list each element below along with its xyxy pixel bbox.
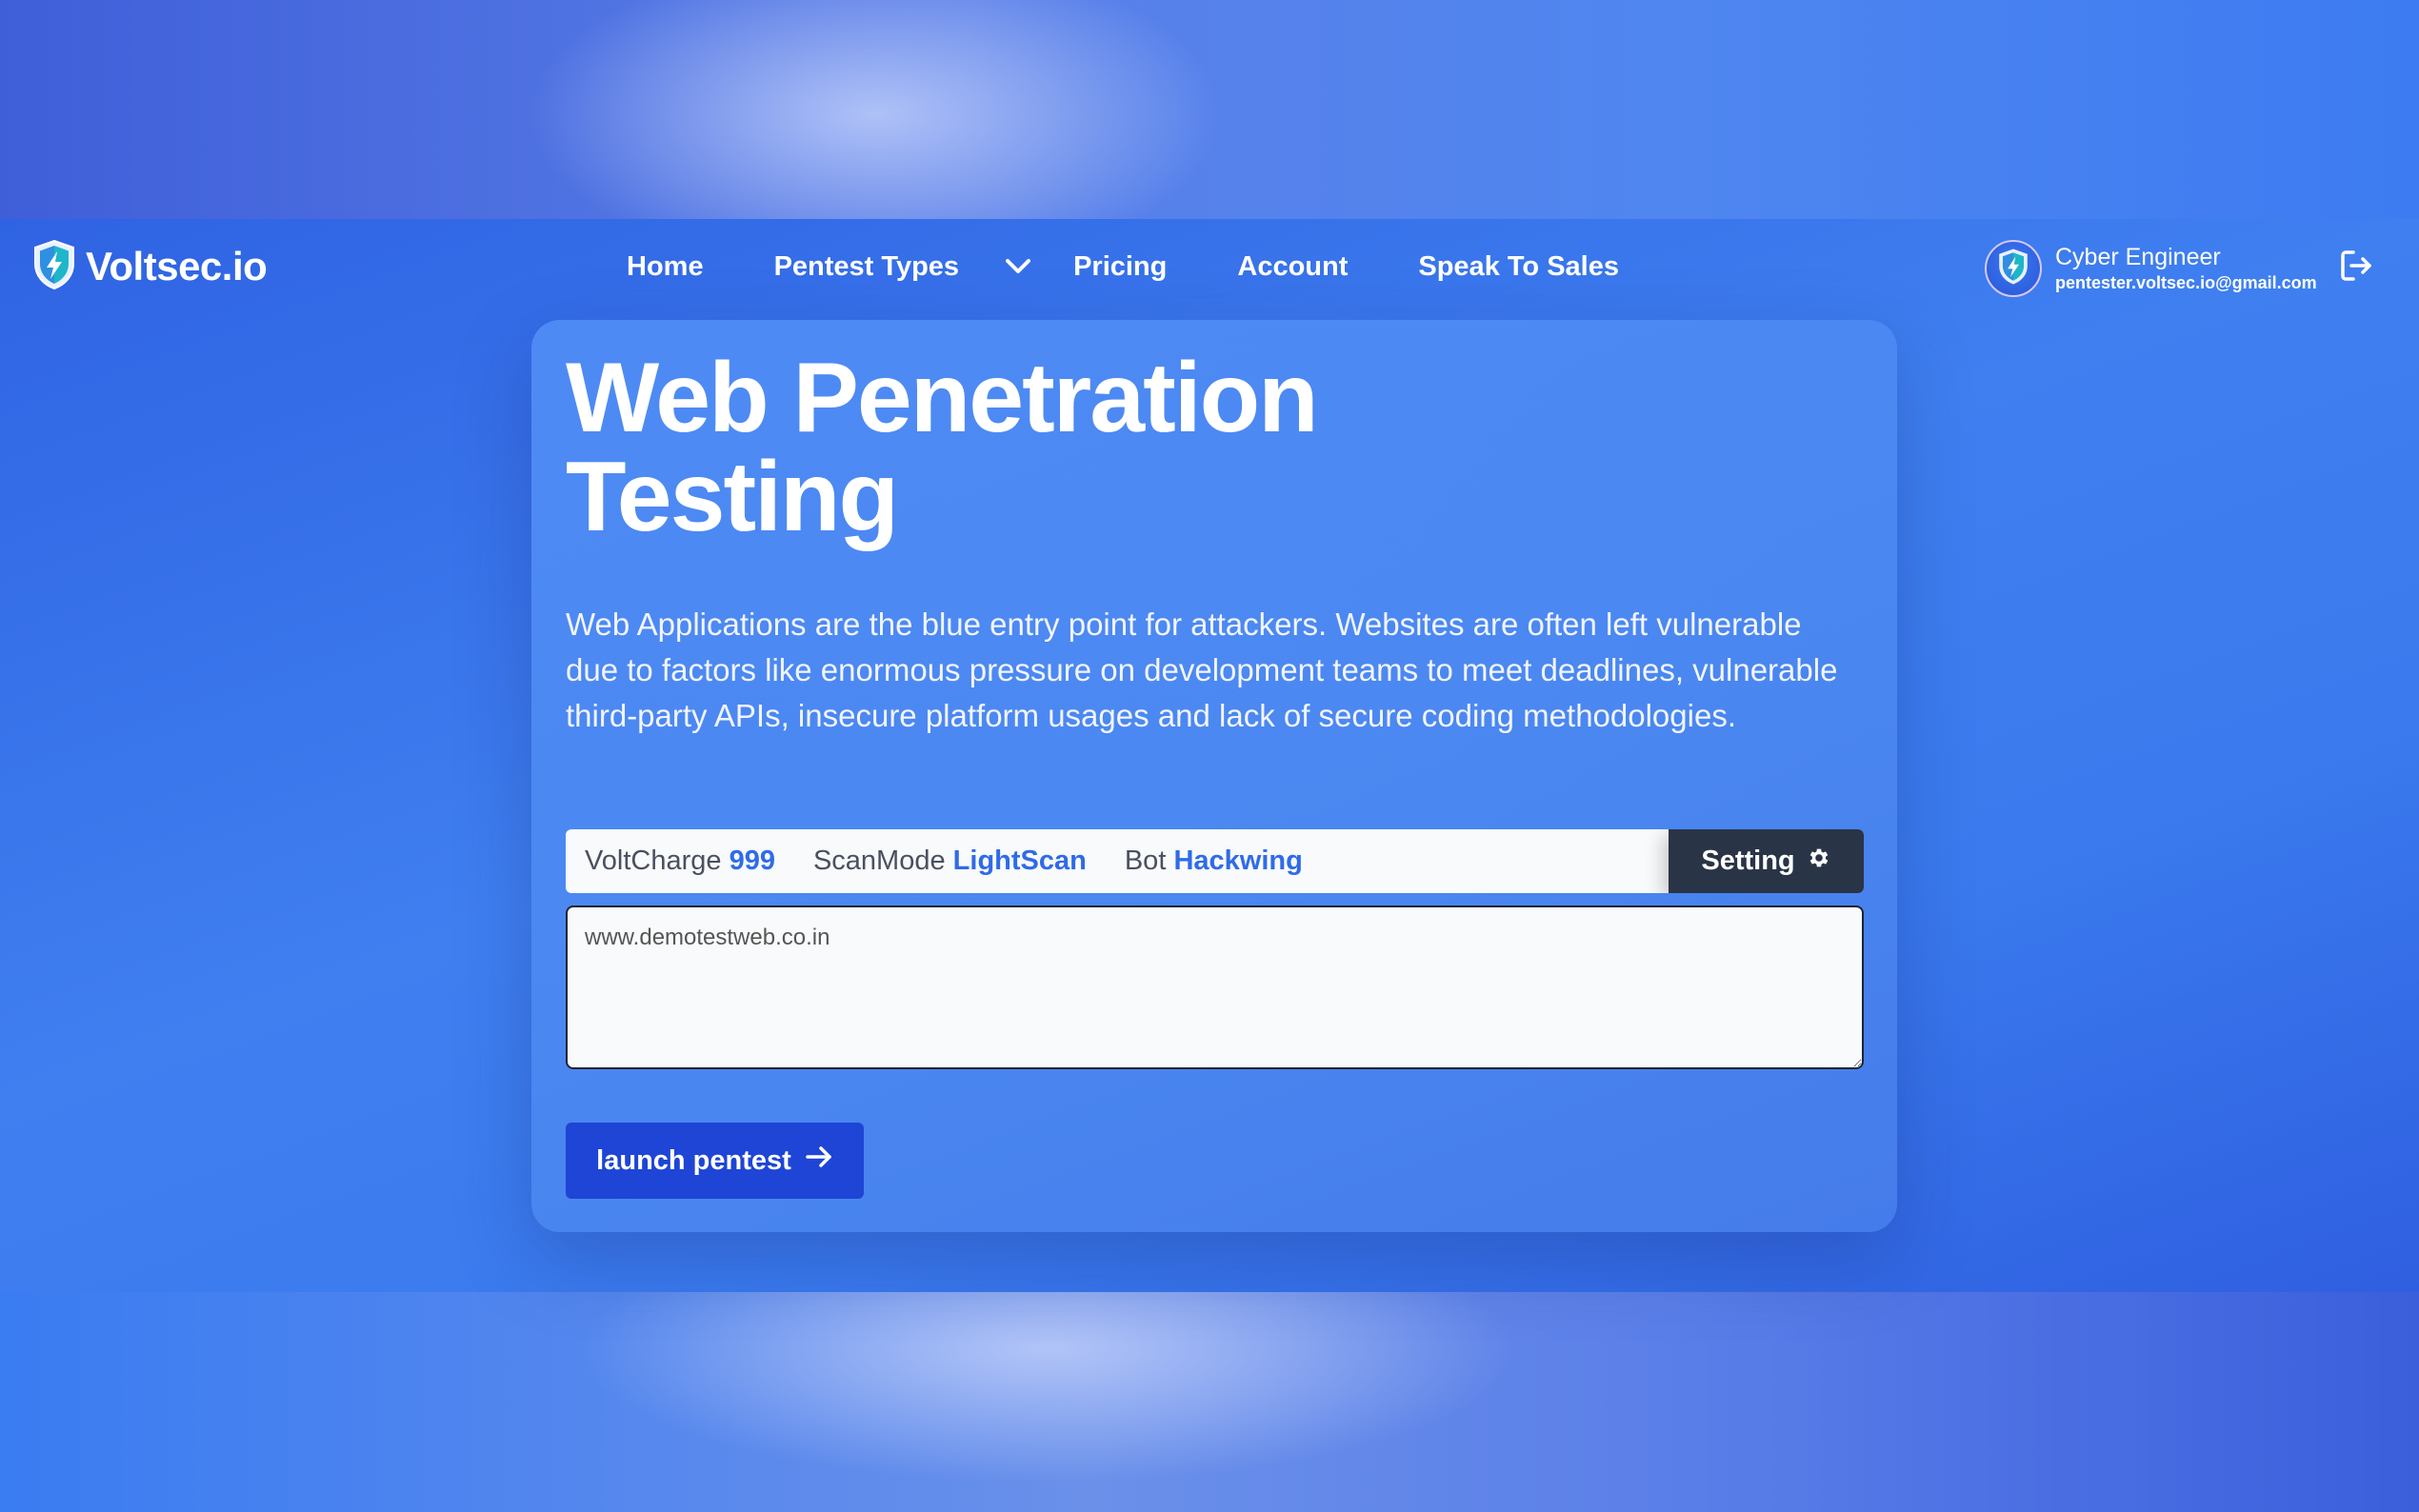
voltcharge-label: VoltCharge xyxy=(585,846,722,876)
setting-button[interactable]: Setting xyxy=(1669,829,1864,893)
launch-pentest-button[interactable]: launch pentest xyxy=(566,1123,864,1199)
bot-label: Bot xyxy=(1124,846,1167,876)
brand-name: Voltsec.io xyxy=(86,244,268,288)
arrow-right-icon xyxy=(805,1144,833,1177)
scan-status-bar: VoltCharge 999 ScanMode LightScan Bot Ha… xyxy=(566,829,1864,893)
nav-pentest-types[interactable]: Pentest Types xyxy=(774,251,959,283)
nav-speak-to-sales[interactable]: Speak To Sales xyxy=(1418,251,1619,283)
title-line-2: Testing xyxy=(566,442,899,552)
navbar: Voltsec.io Home Pentest Types Pricing Ac… xyxy=(0,219,2419,314)
bottom-backdrop xyxy=(0,1292,2419,1512)
brand-logo[interactable]: Voltsec.io xyxy=(32,239,268,295)
user-profile[interactable]: Cyber Engineer pentester.voltsec.io@gmai… xyxy=(1985,238,2317,299)
launch-label: launch pentest xyxy=(596,1144,791,1176)
logout-icon[interactable] xyxy=(2338,248,2374,288)
shield-bolt-icon xyxy=(1997,248,2029,290)
nav-account[interactable]: Account xyxy=(1237,251,1348,283)
nav-home[interactable]: Home xyxy=(627,251,704,283)
pentest-card: Web Penetration Testing Web Applications… xyxy=(531,320,1897,1232)
voltcharge-stat: VoltCharge 999 xyxy=(585,846,775,877)
top-backdrop xyxy=(0,0,2419,219)
nav-pricing[interactable]: Pricing xyxy=(1073,251,1167,283)
avatar[interactable] xyxy=(1985,240,2042,297)
user-name: Cyber Engineer xyxy=(2055,244,2221,270)
scanmode-value: LightScan xyxy=(952,846,1087,876)
scanmode-stat: ScanMode LightScan xyxy=(813,846,1087,877)
page-description: Web Applications are the blue entry poin… xyxy=(566,607,1838,733)
setting-label: Setting xyxy=(1701,846,1795,876)
chevron-down-icon[interactable] xyxy=(1005,258,1031,275)
bot-value: Hackwing xyxy=(1173,846,1303,876)
voltcharge-value: 999 xyxy=(729,846,775,876)
main-nav: Home Pentest Types Pricing Account Speak… xyxy=(627,248,1619,286)
title-line-1: Web Penetration xyxy=(566,343,1319,453)
bot-stat: Bot Hackwing xyxy=(1125,846,1303,877)
user-info: Cyber Engineer pentester.voltsec.io@gmai… xyxy=(2055,243,2317,294)
scanmode-label: ScanMode xyxy=(812,846,946,876)
gear-icon xyxy=(1807,846,1831,878)
target-url-input[interactable] xyxy=(566,905,1864,1069)
user-email: pentester.voltsec.io@gmail.com xyxy=(2055,273,2317,292)
page-title: Web Penetration Testing xyxy=(566,348,1423,547)
shield-bolt-icon xyxy=(32,239,76,295)
